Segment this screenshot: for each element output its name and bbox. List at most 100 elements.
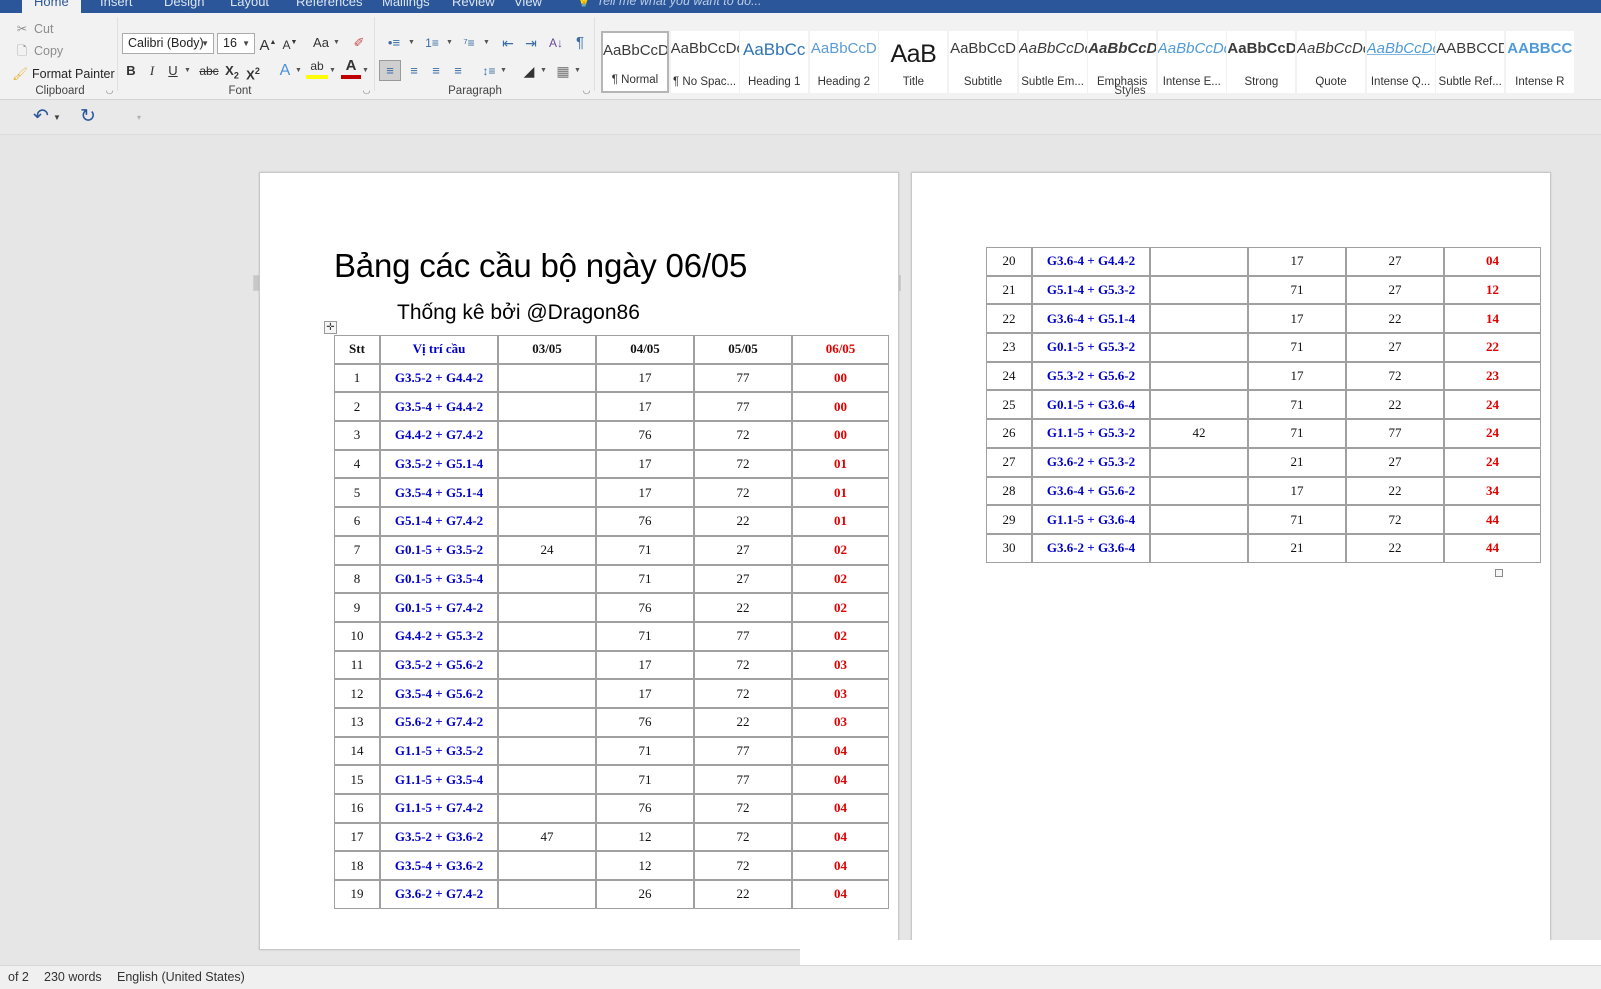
table-row[interactable]: 26G1.1-5 + G5.3-242717724	[986, 419, 1541, 448]
table-cell[interactable]: 71	[1248, 419, 1346, 448]
cut-button[interactable]: ✂Cut	[14, 21, 53, 37]
style-intense-reference[interactable]: AABBCCIntense R	[1506, 31, 1574, 93]
multilevel-list-button[interactable]: ⁷≡	[456, 33, 482, 53]
table-cell[interactable]: 00	[792, 392, 889, 421]
table-cell[interactable]: 71	[1248, 276, 1346, 305]
table-cell[interactable]: 17	[596, 651, 694, 680]
borders-button[interactable]: ▦	[552, 61, 574, 81]
table-cell[interactable]: 77	[694, 392, 792, 421]
table-cell[interactable]: G3.6-4 + G5.1-4	[1032, 304, 1150, 333]
table-cell[interactable]: 12	[596, 851, 694, 880]
table-cell[interactable]: G0.1-5 + G3.6-4	[1032, 390, 1150, 419]
table-cell[interactable]: G3.6-2 + G7.4-2	[380, 880, 498, 909]
table-cell[interactable]	[498, 622, 596, 651]
table-cell[interactable]	[498, 593, 596, 622]
table-cell[interactable]: G1.1-5 + G5.3-2	[1032, 419, 1150, 448]
table-cell[interactable]: 27	[1346, 247, 1444, 276]
table-cell[interactable]: 04	[792, 794, 889, 823]
table-cell[interactable]: G3.5-4 + G5.6-2	[380, 679, 498, 708]
document-page-1[interactable]: Bảng các cầu bộ ngày 06/05 Thống kê bởi …	[259, 172, 899, 950]
table-cell[interactable]: 34	[1444, 477, 1541, 506]
table-cell[interactable]: 76	[596, 507, 694, 536]
table-row[interactable]: 4G3.5-2 + G5.1-4177201	[334, 450, 889, 479]
table-cell[interactable]: 02	[792, 536, 889, 565]
table-cell[interactable]	[498, 421, 596, 450]
table-row[interactable]: 25G0.1-5 + G3.6-4712224	[986, 390, 1541, 419]
table-cell[interactable]: G3.5-4 + G4.4-2	[380, 392, 498, 421]
table-cell[interactable]: 27	[1346, 333, 1444, 362]
table-cell[interactable]: 72	[1346, 362, 1444, 391]
table-cell[interactable]: 77	[694, 622, 792, 651]
table-cell[interactable]: G5.1-4 + G5.3-2	[1032, 276, 1150, 305]
table-row[interactable]: 13G5.6-2 + G7.4-2762203	[334, 708, 889, 737]
table-cell[interactable]: 71	[1248, 390, 1346, 419]
table-cell[interactable]: 6	[334, 507, 380, 536]
table-cell[interactable]	[498, 651, 596, 680]
table-cell[interactable]	[1150, 276, 1248, 305]
tab-view[interactable]: View	[502, 0, 554, 13]
redo-button[interactable]: ↻	[75, 105, 101, 129]
table-cell[interactable]: 72	[694, 823, 792, 852]
table-cell[interactable]: 04	[792, 823, 889, 852]
table-cell[interactable]	[498, 392, 596, 421]
data-table-page-2[interactable]: 20G3.6-4 + G4.4-217270421G5.1-4 + G5.3-2…	[986, 247, 1541, 563]
tab-review[interactable]: Review	[440, 0, 507, 13]
table-cell[interactable]: 42	[1150, 419, 1248, 448]
language-indicator[interactable]: English (United States)	[117, 970, 245, 984]
table-cell[interactable]: 03	[792, 708, 889, 737]
table-cell[interactable]: 03	[792, 651, 889, 680]
table-cell[interactable]: 26	[986, 419, 1032, 448]
table-cell[interactable]: 04	[792, 880, 889, 909]
undo-button[interactable]: ↶	[28, 105, 54, 129]
shrink-font-button[interactable]: A▼	[280, 33, 300, 55]
shading-button[interactable]: ◢	[518, 61, 540, 81]
table-cell[interactable]: 17	[1248, 477, 1346, 506]
table-cell[interactable]: 71	[596, 737, 694, 766]
table-row[interactable]: 15G1.1-5 + G3.5-4717704	[334, 765, 889, 794]
table-cell[interactable]: G0.1-5 + G5.3-2	[1032, 333, 1150, 362]
table-cell[interactable]: 44	[1444, 505, 1541, 534]
tab-references[interactable]: References	[284, 0, 374, 13]
table-cell[interactable]: 27	[986, 448, 1032, 477]
table-cell[interactable]: 21	[986, 276, 1032, 305]
table-cell[interactable]: G4.4-2 + G7.4-2	[380, 421, 498, 450]
table-cell[interactable]: G3.6-2 + G5.3-2	[1032, 448, 1150, 477]
decrease-indent-button[interactable]: ⇤	[497, 33, 519, 53]
grow-font-button[interactable]: A▲	[258, 33, 278, 56]
table-cell[interactable]: 22	[694, 507, 792, 536]
table-row[interactable]: 19G3.6-2 + G7.4-2262204	[334, 880, 889, 909]
table-row[interactable]: 12G3.5-4 + G5.6-2177203	[334, 679, 889, 708]
table-cell[interactable]: 72	[694, 651, 792, 680]
table-cell[interactable]: 22	[986, 304, 1032, 333]
table-row[interactable]: 9G0.1-5 + G7.4-2762202	[334, 593, 889, 622]
align-left-button[interactable]: ≡	[379, 60, 401, 81]
table-row[interactable]: 6G5.1-4 + G7.4-2 762201	[334, 507, 889, 536]
document-page-2[interactable]: 20G3.6-4 + G4.4-217270421G5.1-4 + G5.3-2…	[911, 172, 1551, 950]
table-cell[interactable]: 17	[596, 679, 694, 708]
undo-dropdown-icon[interactable]: ▼	[53, 105, 61, 131]
table-cell[interactable]: 44	[1444, 534, 1541, 563]
table-cell[interactable]: G3.5-4 + G3.6-2	[380, 851, 498, 880]
table-cell[interactable]	[1150, 534, 1248, 563]
underline-button[interactable]: U	[164, 61, 182, 81]
table-cell[interactable]	[1150, 304, 1248, 333]
table-cell[interactable]: 22	[694, 880, 792, 909]
copy-button[interactable]: 🗋Copy	[14, 43, 63, 59]
table-cell[interactable]: 01	[792, 507, 889, 536]
table-row[interactable]: 16G1.1-5 + G7.4-2767204	[334, 794, 889, 823]
table-cell[interactable]: 71	[596, 536, 694, 565]
table-cell[interactable]: 17	[1248, 247, 1346, 276]
table-cell[interactable]: 12	[334, 679, 380, 708]
table-cell[interactable]	[498, 679, 596, 708]
table-cell[interactable]: 10	[334, 622, 380, 651]
table-cell[interactable]: G3.5-2 + G5.1-4	[380, 450, 498, 479]
table-cell[interactable]: 27	[694, 565, 792, 594]
table-row[interactable]: 8G0.1-5 + G3.5-4712702	[334, 565, 889, 594]
table-cell[interactable]: G5.1-4 + G7.4-2	[380, 507, 498, 536]
table-cell[interactable]: 1	[334, 364, 380, 393]
table-row[interactable]: 20G3.6-4 + G4.4-2172704	[986, 247, 1541, 276]
table-cell[interactable]: 00	[792, 421, 889, 450]
table-cell[interactable]: 02	[792, 622, 889, 651]
clear-formatting-button[interactable]: ✐	[348, 33, 370, 53]
table-cell[interactable]: 3	[334, 421, 380, 450]
